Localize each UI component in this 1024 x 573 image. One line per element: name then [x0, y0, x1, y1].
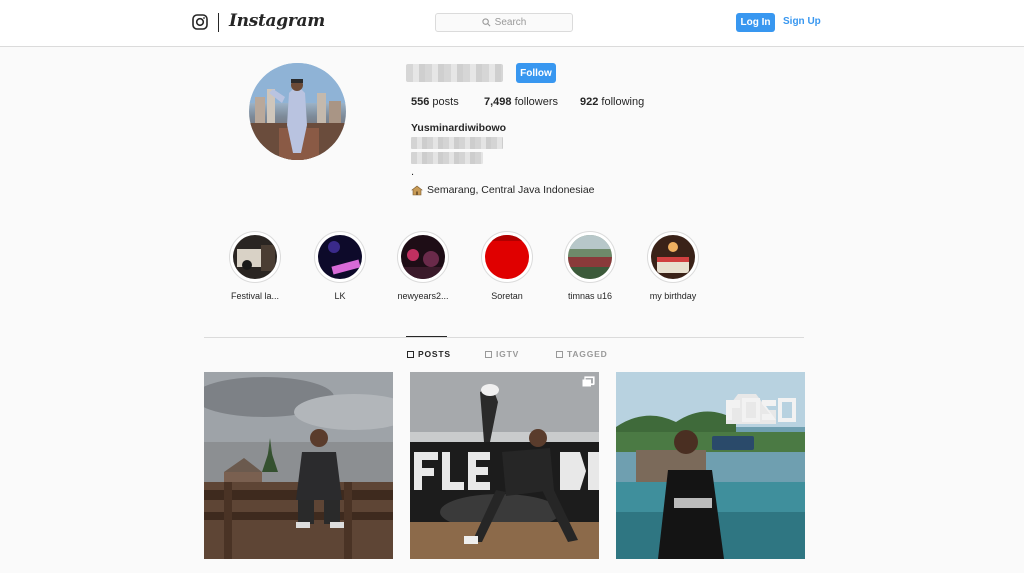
stat-following-value: 922 [580, 96, 599, 108]
stat-followers-value: 7,498 [484, 96, 512, 108]
username-redacted [406, 64, 503, 82]
highlight-ring [229, 231, 281, 283]
highlight-thumbnail [651, 235, 695, 279]
stat-followers[interactable]: 7,498 followers [484, 96, 558, 108]
bio-redacted-line-2 [411, 152, 483, 164]
post-thumbnail[interactable] [204, 372, 393, 559]
highlight-label: Festival la... [230, 291, 279, 301]
logo-divider [218, 13, 219, 32]
bottom-edge [0, 559, 1024, 573]
stat-following[interactable]: 922 following [580, 96, 644, 108]
multiple-images-icon [582, 377, 594, 387]
house-icon [411, 185, 423, 195]
signup-link[interactable]: Sign Up [783, 16, 821, 27]
highlight-label: my birthday [649, 291, 697, 301]
tab-posts[interactable]: POSTS [407, 349, 451, 359]
highlight-thumbnail [401, 235, 445, 279]
highlight-thumbnail [233, 235, 277, 279]
search-placeholder: Search [494, 17, 527, 28]
stat-followers-label: followers [514, 96, 558, 108]
highlight-ring [647, 231, 699, 283]
tab-tagged-label: TAGGED [567, 349, 608, 359]
tab-igtv-label: IGTV [496, 349, 520, 359]
bio-dot: . [411, 166, 415, 178]
highlight-ring [481, 231, 533, 283]
stat-posts-label: posts [432, 96, 459, 108]
instagram-camera-icon[interactable] [192, 14, 208, 30]
active-tab-indicator [406, 336, 447, 337]
highlight-thumbnail [568, 235, 612, 279]
login-button[interactable]: Log In [736, 13, 775, 32]
highlight-label: LK [334, 291, 346, 301]
grid-icon [407, 350, 414, 358]
highlight-ring [564, 231, 616, 283]
highlight-label: Soretan [491, 291, 523, 301]
profile-avatar[interactable] [249, 63, 346, 160]
igtv-icon [485, 350, 492, 358]
follow-button[interactable]: Follow [516, 63, 556, 83]
stat-posts: 556 posts [411, 96, 459, 108]
profile-full-name: Yusminardiwibowo [411, 122, 507, 134]
post-thumbnail[interactable] [616, 372, 805, 559]
highlight-label: newyears2... [397, 291, 449, 301]
highlight-label: timnas u16 [567, 291, 613, 301]
search-input[interactable]: Search [435, 13, 573, 32]
tabs-divider [204, 337, 804, 338]
highlight-thumbnail [485, 235, 529, 279]
tagged-icon [556, 350, 563, 358]
highlight-ring [314, 231, 366, 283]
top-nav: Instagram Search Log In Sign Up [0, 0, 1024, 47]
stat-following-label: following [601, 96, 645, 108]
stat-posts-value: 556 [411, 96, 430, 108]
tab-posts-label: POSTS [418, 349, 451, 359]
profile-location: Semarang, Central Java Indonesiae [411, 184, 595, 196]
search-icon [482, 18, 491, 27]
tab-tagged[interactable]: TAGGED [556, 349, 608, 359]
location-text: Semarang, Central Java Indonesiae [427, 184, 595, 196]
highlight-thumbnail [318, 235, 362, 279]
post-thumbnail[interactable] [410, 372, 599, 559]
instagram-wordmark[interactable]: Instagram [229, 11, 325, 31]
bio-redacted-line-1 [411, 137, 503, 149]
highlight-ring [397, 231, 449, 283]
tab-igtv[interactable]: IGTV [485, 349, 519, 359]
